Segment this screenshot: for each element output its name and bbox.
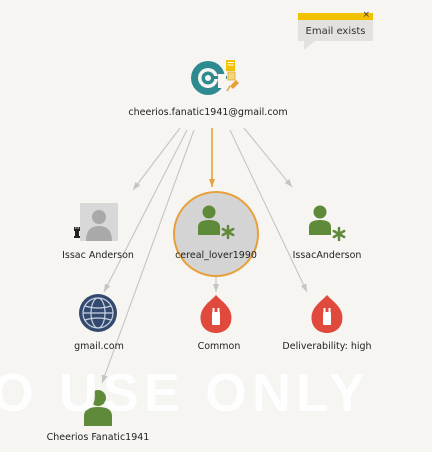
node-label-issac-account[interactable]: IssacAnderson — [293, 250, 362, 261]
node-label-cereal-lover[interactable]: cereal_lover1990 — [175, 250, 257, 261]
tooltip-text: Email exists — [305, 25, 366, 37]
node-label-deliverability[interactable]: Deliverability: high — [282, 341, 371, 352]
email-at-icon[interactable] — [191, 61, 227, 95]
node-label-common[interactable]: Common — [198, 341, 241, 352]
globe-icon[interactable] — [79, 294, 117, 332]
person-icon[interactable] — [84, 390, 112, 426]
node-label-gmail[interactable]: gmail.com — [74, 341, 124, 352]
box-badge-icon — [227, 71, 236, 81]
close-icon[interactable]: × — [362, 11, 370, 20]
edge-email-to-issac-person — [132, 127, 181, 191]
tooltip: × Email exists — [298, 11, 373, 50]
unknown-person-icon[interactable] — [80, 203, 118, 241]
user-account-icon[interactable] — [309, 205, 346, 242]
graph-canvas — [74, 60, 346, 426]
note-badge-icon — [226, 60, 235, 71]
fire-icon[interactable] — [200, 295, 232, 333]
edge-email-to-issac-account — [243, 127, 293, 188]
chess-rook-icon — [74, 227, 80, 238]
node-label-issac-person[interactable]: Issac Anderson — [62, 250, 134, 261]
node-label-email[interactable]: cheerios.fanatic1941@gmail.com — [128, 107, 287, 118]
node-label-cheerios-person[interactable]: Cheerios Fanatic1941 — [47, 432, 150, 443]
fire-icon[interactable] — [311, 295, 343, 333]
pin-badge-icon — [226, 80, 239, 92]
